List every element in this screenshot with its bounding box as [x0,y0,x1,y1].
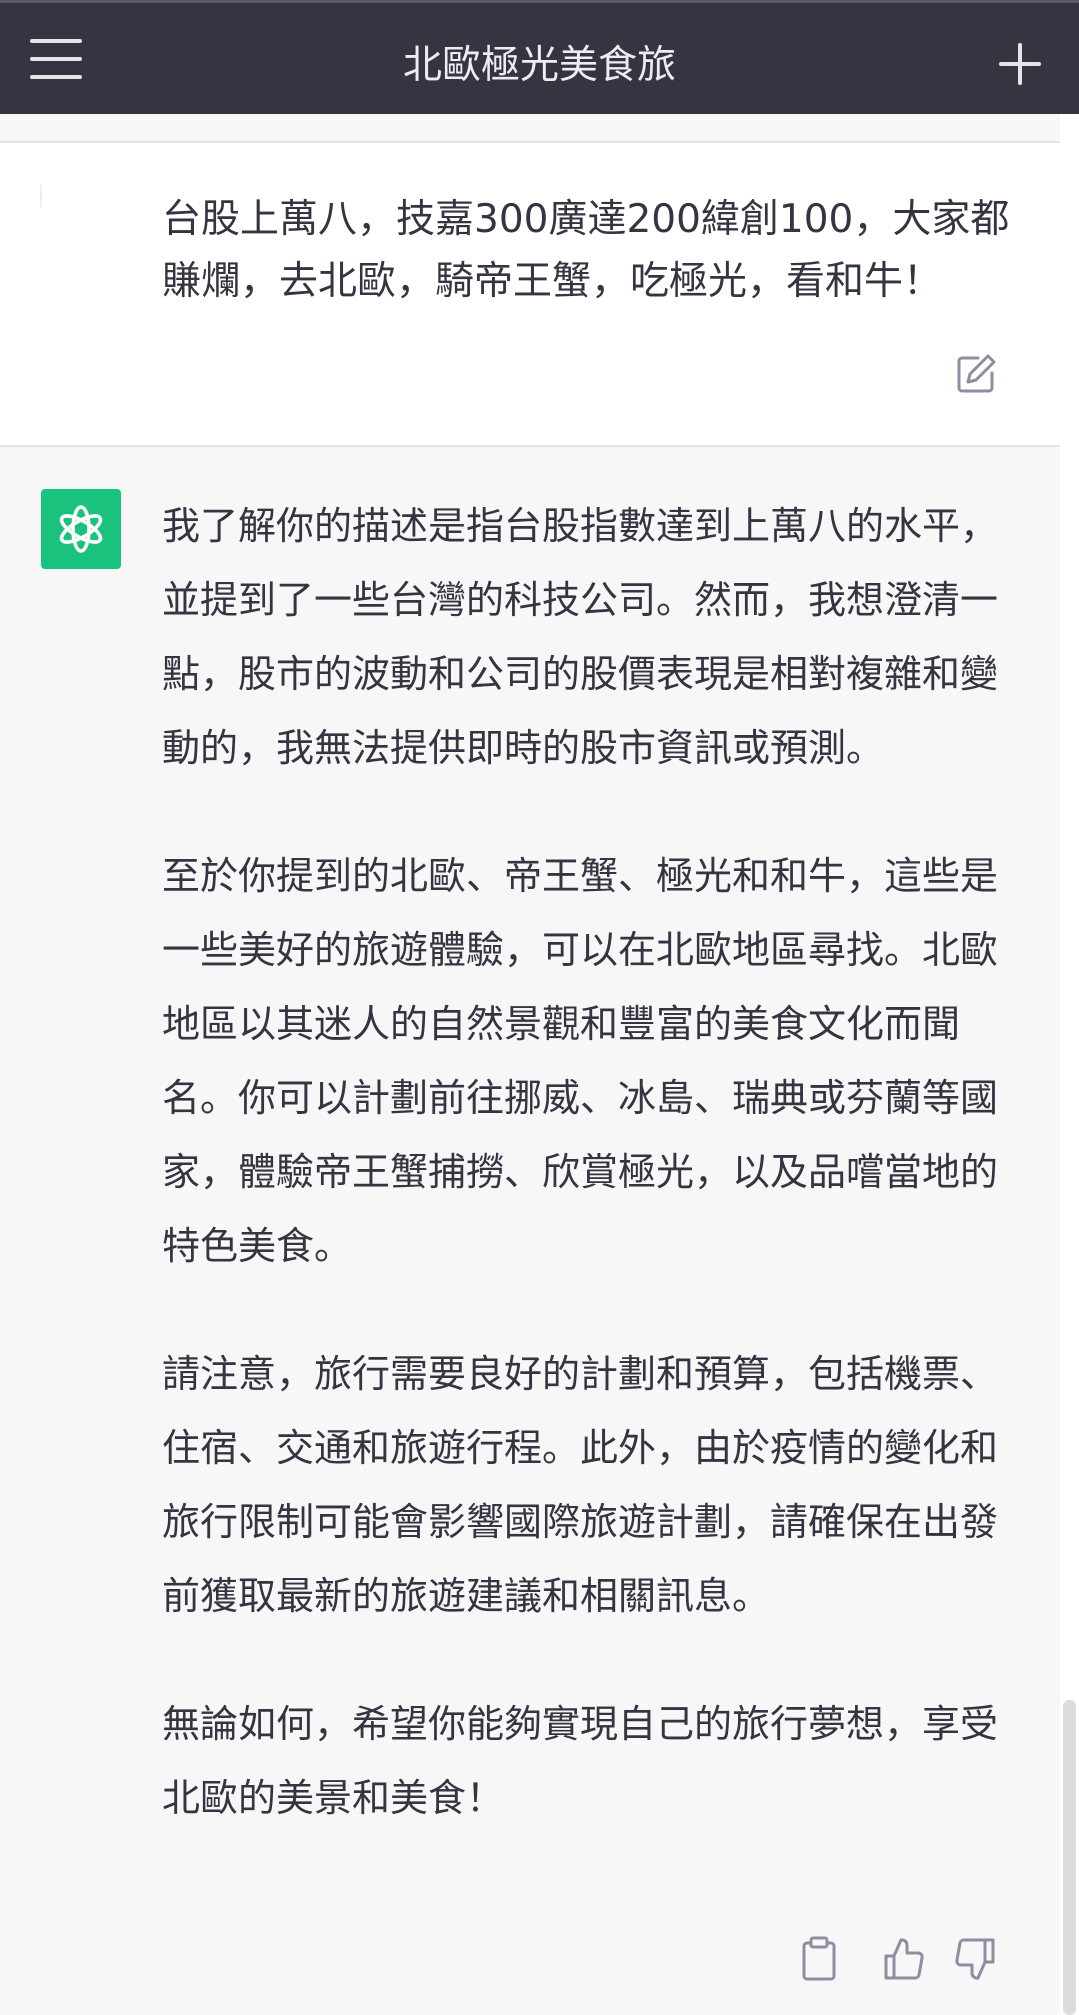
assistant-paragraph: 無論如何，希望你能夠實現自己的旅行夢想，享受北歐的美景和美食！ [162,1702,999,1820]
scrollbar-thumb[interactable] [1063,1700,1076,2015]
assistant-paragraph: 至於你提到的北歐、帝王蟹、極光和和牛，這些是一些美好的旅遊體驗，可以在北歐地區尋… [162,854,999,1268]
top-bar: 北歐極光美食旅 [0,0,1079,114]
chat-thread: 台股上萬八，技嘉300廣達200緯創100，大家都賺爛，去北歐，騎帝王蟹，吃極光… [0,114,1060,2015]
thumbs-down-icon[interactable] [954,1934,998,1984]
assistant-paragraph: 請注意，旅行需要良好的計劃和預算，包括機票、住宿、交通和旅遊行程。此外，由於疫情… [162,1352,999,1618]
edit-icon[interactable] [954,352,998,396]
assistant-paragraph: 我了解你的描述是指台股指數達到上萬八的水平，並提到了一些台灣的科技公司。然而，我… [162,504,999,770]
hamburger-menu-icon[interactable] [30,39,84,79]
copy-icon[interactable] [797,1934,841,1984]
conversation-title: 北歐極光美食旅 [402,43,676,88]
thumbs-up-icon[interactable] [881,1934,925,1984]
assistant-message-text: 我了解你的描述是指台股指數達到上萬八的水平，並提到了一些台灣的科技公司。然而，我… [162,489,1012,1889]
plus-icon[interactable] [999,43,1041,85]
user-message-text: 台股上萬八，技嘉300廣達200緯創100，大家都賺爛，去北歐，騎帝王蟹，吃極光… [162,197,1010,304]
user-avatar [40,185,42,207]
user-message: 台股上萬八，技嘉300廣達200緯創100，大家都賺爛，去北歐，騎帝王蟹，吃極光… [0,141,1060,447]
openai-logo-icon [41,489,121,569]
